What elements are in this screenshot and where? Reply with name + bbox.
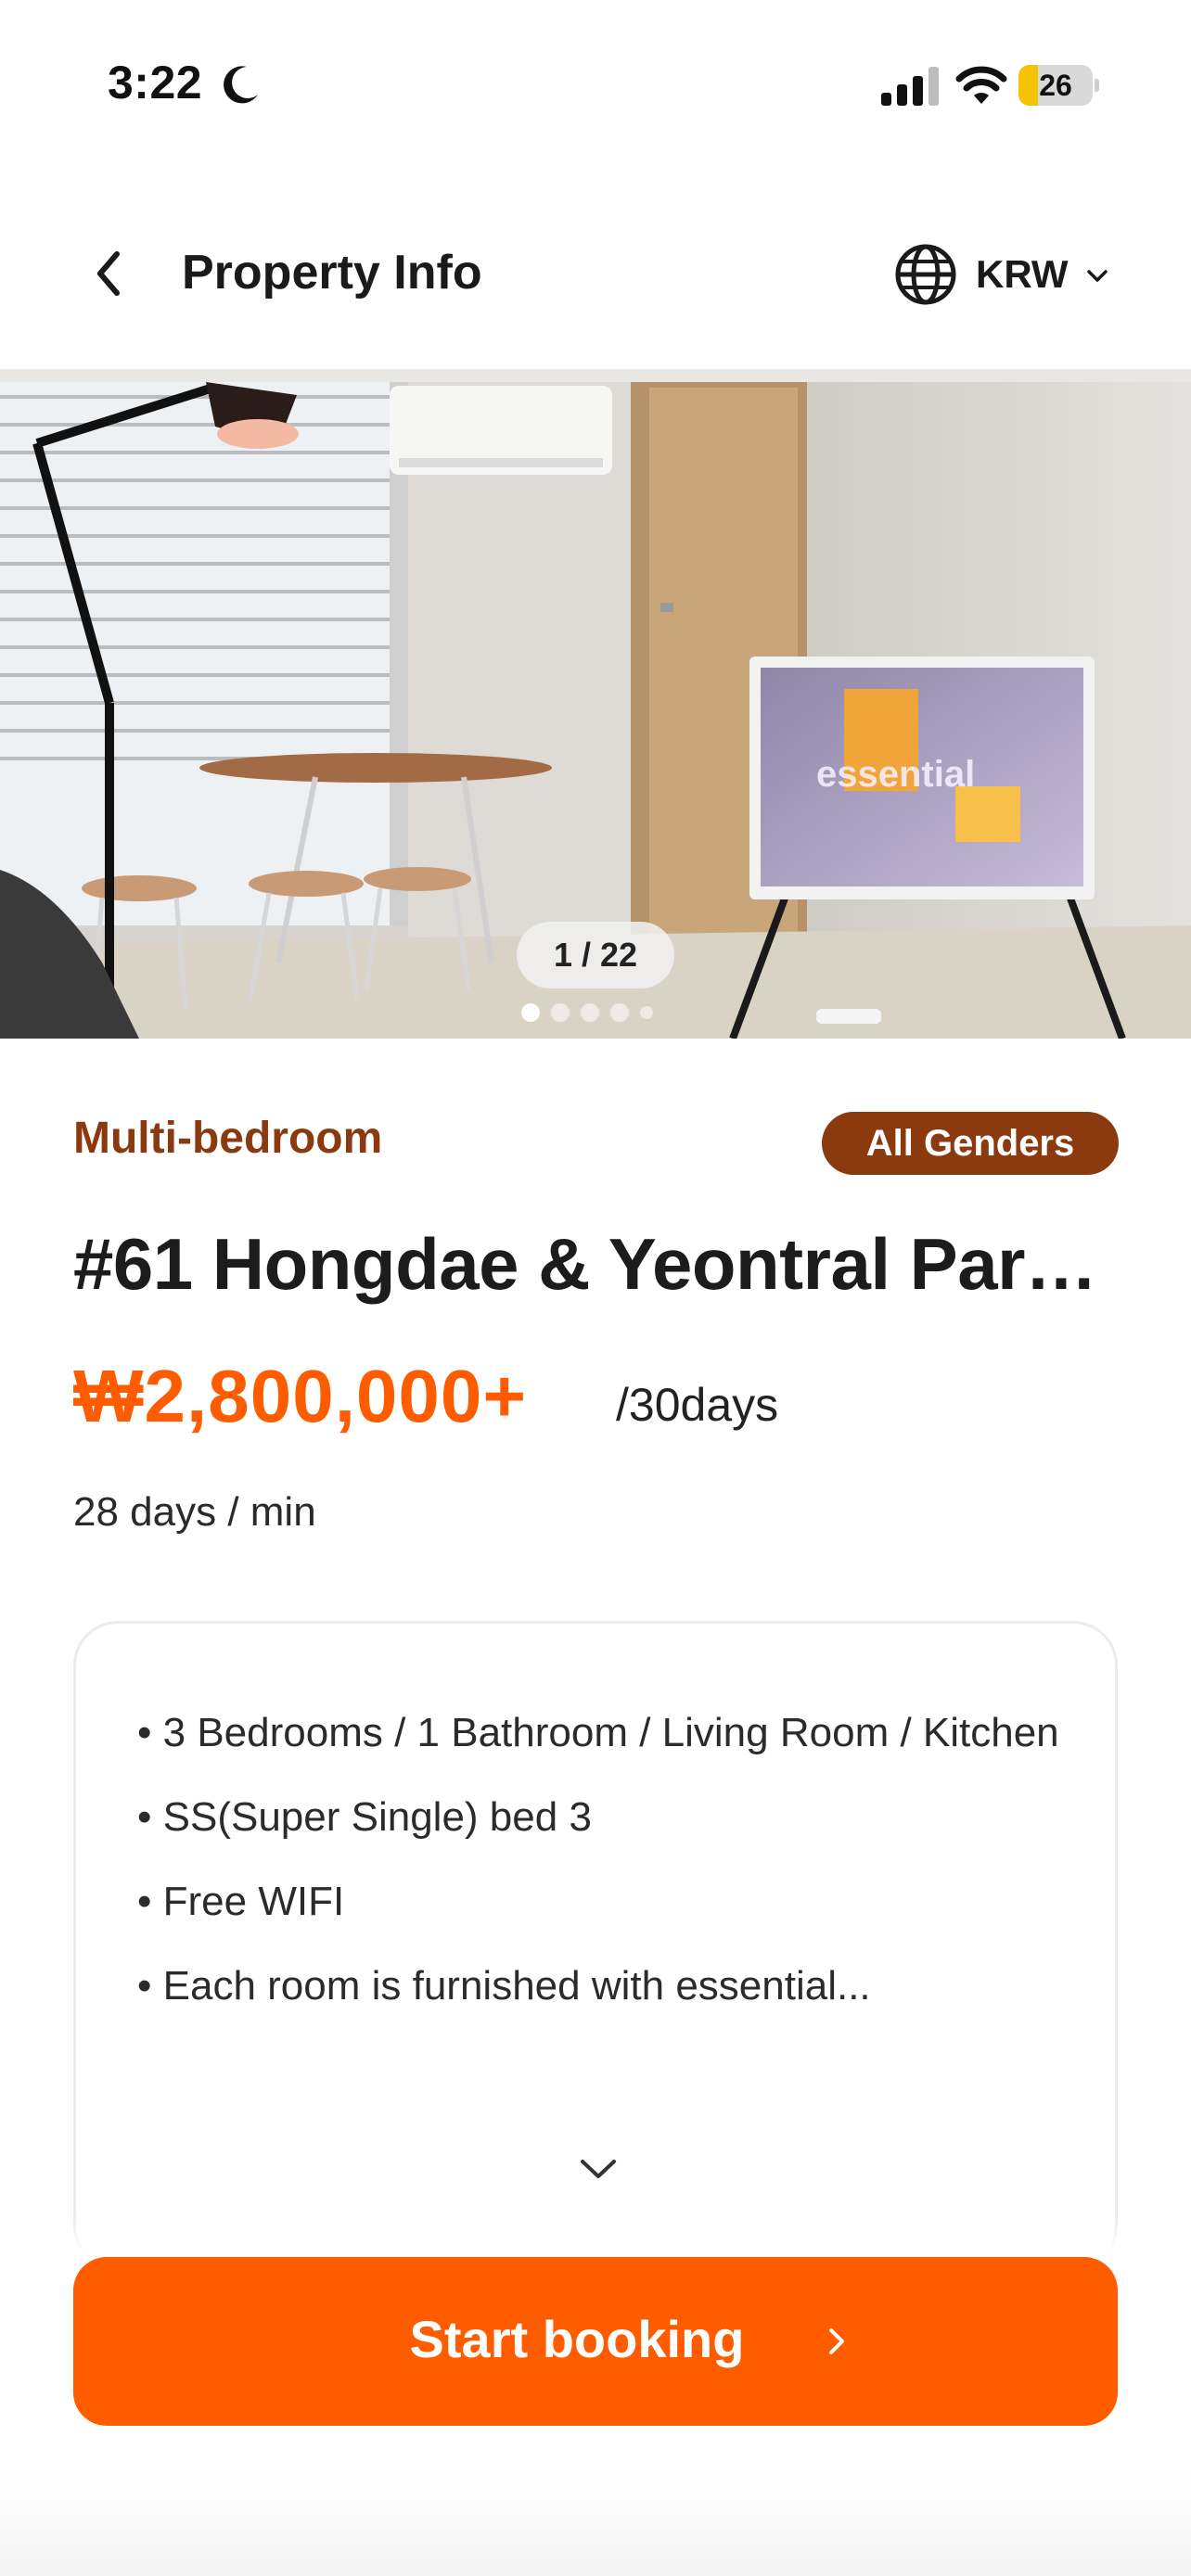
amenity-item: • Free WIFI: [137, 1879, 345, 1924]
carousel-dot[interactable]: [610, 1003, 629, 1022]
page-title: Property Info: [182, 246, 482, 300]
carousel-dot[interactable]: [521, 1003, 540, 1022]
battery-indicator: 26: [1018, 65, 1100, 106]
carousel-dot[interactable]: [551, 1003, 570, 1022]
amenity-item: • Each room is furnished with essential.…: [137, 1963, 871, 2009]
amenity-item: • SS(Super Single) bed 3: [137, 1794, 592, 1840]
carousel-dot[interactable]: [581, 1003, 599, 1022]
chevron-down-icon: [1087, 270, 1108, 282]
property-info-screen: 3:22 26 Property Info KRW essential 1 / …: [0, 0, 1191, 2576]
status-bar: 3:22 26: [0, 0, 1191, 139]
start-booking-button[interactable]: Start booking: [73, 2257, 1118, 2426]
start-booking-label: Start booking: [409, 2310, 745, 2368]
carousel-dot[interactable]: [640, 1006, 653, 1019]
currency-selector[interactable]: KRW: [894, 241, 1117, 308]
signal-icon: [881, 67, 939, 106]
property-title: #61 Hongdae & Yeontral Par…: [73, 1223, 1097, 1305]
room-type-label: Multi-bedroom: [73, 1114, 383, 1163]
battery-body: 26: [1018, 65, 1093, 106]
battery-level-text: 26: [1039, 69, 1072, 102]
moon-icon: [224, 66, 258, 104]
currency-label: KRW: [976, 252, 1069, 296]
chevron-right-icon: [829, 2328, 844, 2354]
expand-chevron-icon[interactable]: [578, 2156, 619, 2182]
globe-icon: [895, 244, 956, 305]
description-card: • 3 Bedrooms / 1 Bathroom / Living Room …: [73, 1621, 1118, 2270]
photo-counter: 1 / 22: [517, 922, 674, 988]
back-arrow-icon[interactable]: [89, 247, 132, 300]
price-unit: /30days: [616, 1379, 779, 1431]
status-time: 3:22: [108, 57, 203, 108]
price: ₩2,800,000+: [73, 1355, 528, 1437]
amenities-list: • 3 Bedrooms / 1 Bathroom / Living Room …: [137, 1690, 1065, 2028]
top-nav-bar: Property Info KRW: [0, 213, 1191, 334]
amenity-item: • 3 Bedrooms / 1 Bathroom / Living Room …: [137, 1710, 1059, 1755]
gender-badge: All Genders: [822, 1112, 1119, 1175]
carousel-dots: [521, 1003, 670, 1022]
svg-text:essential: essential: [816, 754, 975, 795]
wifi-icon: [955, 66, 1007, 104]
battery-tip: [1095, 79, 1099, 92]
property-photo-carousel[interactable]: essential 1 / 22: [0, 369, 1191, 1039]
minimum-stay: 28 days / min: [73, 1489, 316, 1535]
